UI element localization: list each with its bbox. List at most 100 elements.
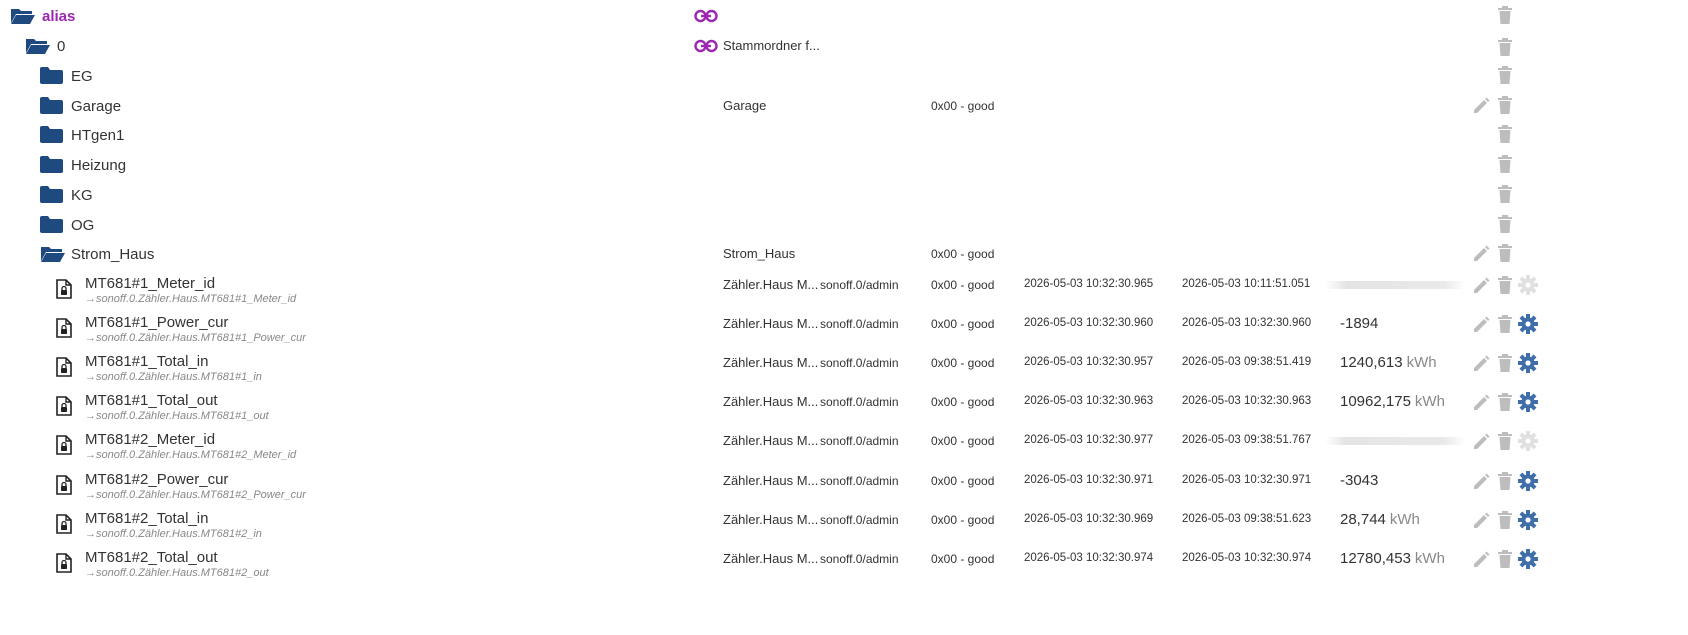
state-file-icon[interactable] (56, 552, 72, 573)
tree-row-eg[interactable]: EG (0, 60, 1688, 90)
last-change-cell: 2026-05-03 10:11:51.051 (1182, 278, 1311, 290)
tree-row-alias[interactable]: alias (0, 0, 1688, 30)
delete-icon[interactable] (1498, 38, 1512, 56)
delete-icon[interactable] (1498, 432, 1512, 451)
state-name[interactable]: MT681#1_Total_out (85, 392, 218, 409)
state-file-icon[interactable] (56, 435, 72, 456)
tree-row-state[interactable]: MT681#2_Meter_id →sonoff.0.Zähler.Haus.MT… (0, 428, 1688, 466)
folder-icon[interactable] (40, 215, 63, 233)
settings-gear-icon[interactable] (1518, 353, 1538, 374)
delete-icon[interactable] (1498, 276, 1512, 294)
tree-row-state[interactable]: MT681#1_Power_cur →sonoff.0.Zähler.Haus.M… (0, 311, 1688, 349)
tree-item-name[interactable]: Strom_Haus (71, 246, 154, 263)
state-file-icon[interactable] (56, 318, 72, 338)
folder-open-icon[interactable] (10, 7, 36, 25)
state-file-icon[interactable] (56, 279, 72, 299)
delete-icon[interactable] (1498, 214, 1512, 233)
value-cell[interactable]: -3043 (1340, 472, 1378, 489)
folder-icon[interactable] (40, 156, 63, 174)
settings-gear-icon[interactable] (1518, 431, 1538, 452)
delete-icon[interactable] (1498, 393, 1512, 412)
state-name[interactable]: MT681#2_Total_in (85, 510, 208, 527)
tree-row-state[interactable]: MT681#1_Total_in →sonoff.0.Zähler.Haus.MT… (0, 350, 1688, 388)
value-cell[interactable]: 10962,175 kWh (1340, 393, 1445, 410)
value-cell[interactable]: 28,744 kWh (1340, 511, 1420, 528)
state-file-icon[interactable] (56, 396, 72, 417)
delete-icon[interactable] (1498, 354, 1512, 373)
delete-icon[interactable] (1498, 315, 1512, 334)
tree-item-name[interactable]: HTgen1 (71, 127, 124, 144)
redacted-value (1325, 437, 1465, 446)
state-name[interactable]: MT681#1_Meter_id (85, 275, 215, 292)
edit-icon[interactable] (1472, 355, 1490, 373)
tree-row-state[interactable]: MT681#2_Power_cur →sonoff.0.Zähler.Haus.M… (0, 468, 1688, 506)
edit-icon[interactable] (1472, 473, 1490, 491)
settings-gear-icon[interactable] (1518, 509, 1538, 530)
settings-gear-icon[interactable] (1518, 275, 1538, 295)
alias-link-icon[interactable] (694, 39, 718, 53)
edit-icon[interactable] (1472, 245, 1490, 263)
state-name[interactable]: MT681#1_Total_in (85, 353, 208, 370)
value-unit: kWh (1414, 393, 1445, 411)
edit-icon[interactable] (1472, 512, 1490, 530)
alias-target: →sonoff.0.Zähler.Haus.MT681#1_Power_cur (85, 332, 306, 345)
tree-row-og[interactable]: OG (0, 209, 1688, 239)
folder-icon[interactable] (40, 96, 63, 114)
settings-gear-icon[interactable] (1518, 314, 1538, 335)
tree-item-name[interactable]: EG (71, 68, 93, 85)
folder-open-icon[interactable] (40, 245, 66, 263)
tree-row-heizung[interactable]: Heizung (0, 149, 1688, 179)
delete-icon[interactable] (1498, 6, 1512, 24)
value-cell[interactable]: -1894 (1340, 315, 1378, 332)
delete-icon[interactable] (1498, 155, 1512, 174)
folder-icon[interactable] (40, 126, 63, 144)
tree-row-state[interactable]: MT681#2_Total_out →sonoff.0.Zähler.Haus.M… (0, 546, 1688, 584)
tree-item-name[interactable]: alias (42, 8, 75, 25)
settings-gear-icon[interactable] (1518, 470, 1538, 491)
tree-item-name[interactable]: KG (71, 187, 93, 204)
alias-target: →sonoff.0.Zähler.Haus.MT681#2_out (85, 566, 269, 579)
value-cell[interactable]: 1240,613 kWh (1340, 354, 1437, 371)
delete-icon[interactable] (1498, 510, 1512, 529)
state-name[interactable]: MT681#2_Total_out (85, 549, 218, 566)
delete-icon[interactable] (1498, 244, 1512, 263)
delete-icon[interactable] (1498, 471, 1512, 490)
state-name[interactable]: MT681#2_Power_cur (85, 471, 228, 488)
tree-row-kg[interactable]: KG (0, 179, 1688, 209)
edit-icon[interactable] (1472, 277, 1490, 295)
delete-icon[interactable] (1498, 66, 1512, 84)
tree-item-name[interactable]: Heizung (71, 157, 126, 174)
tree-row-state[interactable]: MT681#1_Meter_id →sonoff.0.Zähler.Haus.MT… (0, 272, 1688, 310)
tree-item-name[interactable]: Garage (71, 98, 121, 115)
settings-gear-icon[interactable] (1518, 392, 1538, 413)
tree-row-0[interactable]: 0 Stammordner f... (0, 30, 1688, 60)
state-file-icon[interactable] (56, 357, 72, 377)
tree-item-name[interactable]: OG (71, 217, 94, 234)
state-name[interactable]: MT681#1_Power_cur (85, 314, 228, 331)
tree-row-state[interactable]: MT681#2_Total_in →sonoff.0.Zähler.Haus.MT… (0, 507, 1688, 545)
edit-icon[interactable] (1472, 394, 1490, 412)
state-file-icon[interactable] (56, 513, 72, 534)
edit-icon[interactable] (1472, 316, 1490, 334)
value-cell[interactable]: 12780,453 kWh (1340, 550, 1445, 567)
folder-icon[interactable] (40, 67, 63, 84)
quality-cell: 0x00 - good (931, 473, 995, 488)
delete-icon[interactable] (1498, 184, 1512, 203)
edit-icon[interactable] (1472, 97, 1490, 115)
delete-icon[interactable] (1498, 125, 1512, 144)
edit-icon[interactable] (1472, 433, 1490, 451)
tree-row-strom-haus[interactable]: Strom_Haus Strom_Haus 0x00 - good (0, 238, 1688, 268)
edit-icon[interactable] (1472, 551, 1490, 569)
folder-open-icon[interactable] (25, 37, 51, 55)
delete-icon[interactable] (1498, 549, 1512, 568)
delete-icon[interactable] (1498, 95, 1512, 114)
tree-row-state[interactable]: MT681#1_Total_out →sonoff.0.Zähler.Haus.M… (0, 389, 1688, 427)
tree-item-name[interactable]: 0 (57, 38, 65, 55)
tree-row-htgen1[interactable]: HTgen1 (0, 119, 1688, 149)
settings-gear-icon[interactable] (1518, 548, 1538, 569)
state-file-icon[interactable] (56, 474, 72, 495)
state-name[interactable]: MT681#2_Meter_id (85, 431, 215, 448)
alias-link-icon[interactable] (694, 9, 718, 23)
tree-row-garage[interactable]: Garage Garage 0x00 - good (0, 90, 1688, 120)
folder-icon[interactable] (40, 185, 63, 203)
